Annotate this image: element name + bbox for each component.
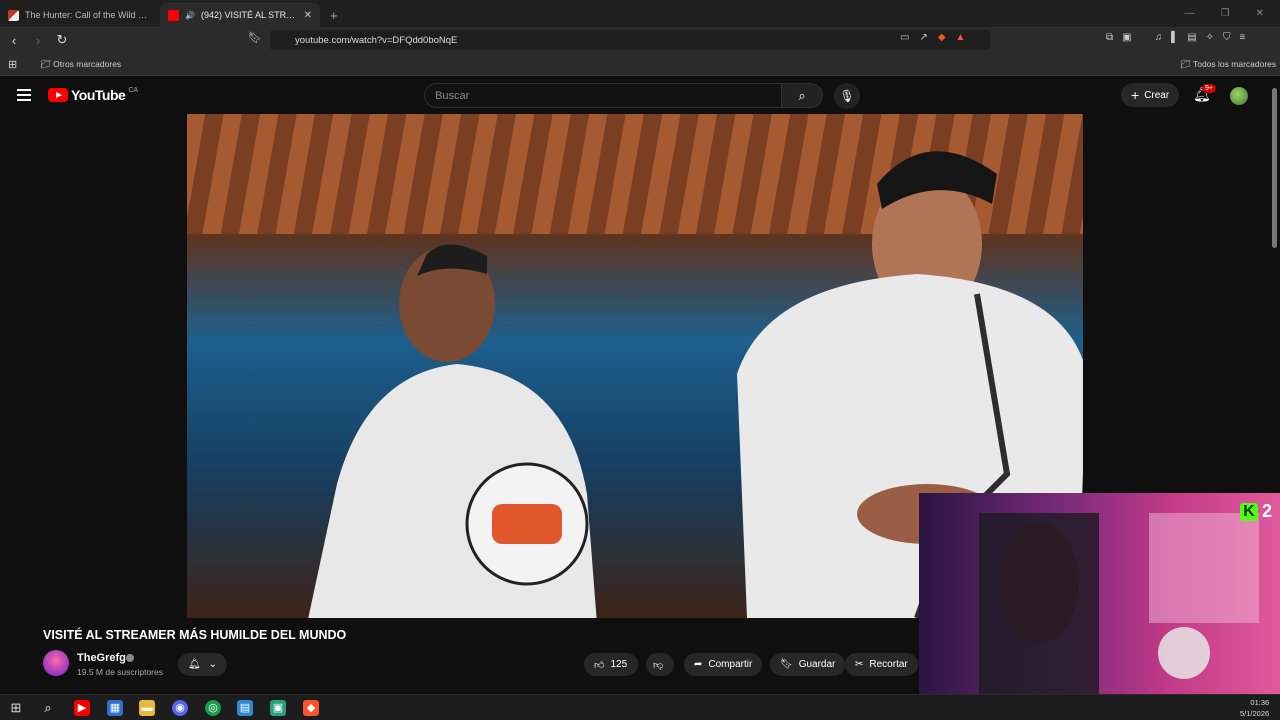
youtube-play-icon xyxy=(48,88,68,102)
store-icon[interactable]: ▦ xyxy=(107,700,123,716)
thumbs-down-icon: 👎︎ xyxy=(653,659,664,671)
youtube-wordmark: YouTube xyxy=(71,87,126,103)
cast-icon[interactable]: ▭ xyxy=(900,32,909,43)
notifications-badge: 9+ xyxy=(1202,84,1216,93)
guide-menu-icon[interactable] xyxy=(17,89,31,104)
search-icon[interactable]: ⌕ xyxy=(40,700,56,716)
video-person-left xyxy=(308,244,597,618)
sidebar-icon[interactable]: ▌ xyxy=(1171,32,1178,43)
address-bar-actions: ▭ ↗ ◆ ▲ xyxy=(900,32,965,43)
menu-icon[interactable]: ≡ xyxy=(1240,32,1246,43)
bookmark-folder-other[interactable]: 📁︎ Otros marcadores xyxy=(40,59,121,70)
channel-name[interactable]: TheGrefg xyxy=(77,652,126,664)
windows-taskbar: ⊞ ⌕ ▶ ▦ ▬ ◉ ◎ ▤ ▣ ◆ 01:36 5/1/2026 xyxy=(0,694,1280,720)
verified-icon xyxy=(126,654,134,662)
like-count: 125 xyxy=(610,659,628,670)
channel-avatar[interactable] xyxy=(43,650,69,676)
back-icon[interactable]: ‹ xyxy=(4,33,24,48)
wallet-icon[interactable]: ▤ xyxy=(1187,32,1196,43)
kick-count: 2 xyxy=(1261,501,1272,521)
brave-shield-icon[interactable]: ◆ xyxy=(938,32,946,43)
youtube-header: YouTube CA Buscar ⌕ 🎙︎ + Crear 🔔︎ 9+ xyxy=(0,76,1280,114)
windows-start-icon[interactable]: ⊞ xyxy=(8,700,24,716)
restore-icon[interactable]: ❐ xyxy=(1221,8,1230,19)
browser-extensions: ⧉ ▣ ♫ ▌ ▤ ✧ ⛉ ≡ xyxy=(1106,32,1245,43)
brave-rewards-icon[interactable]: ▲ xyxy=(956,32,966,43)
bookmark-icon: 🔖︎ xyxy=(780,659,793,670)
kick-badge: K 2 xyxy=(1239,501,1272,522)
bookmarks-bar: ⊞ 📁︎ Otros marcadores 📁︎ Todos los marca… xyxy=(0,53,1280,76)
save-label: Guardar xyxy=(798,659,836,670)
extensions-icon[interactable]: ⧉ xyxy=(1106,32,1113,43)
search-input[interactable]: Buscar xyxy=(424,83,782,108)
apps-grid-icon[interactable]: ⊞ xyxy=(8,58,17,71)
tab-youtube-video[interactable]: 🔊 (942) VISITÉ AL STREAMER MÁ ✕ xyxy=(160,3,320,27)
thumbs-up-icon: 👍︎ xyxy=(594,659,605,671)
close-tab-icon[interactable]: ✕ xyxy=(304,10,312,21)
url-text: youtube.com/watch?v=DFQdd0boNqE xyxy=(295,34,458,46)
notepad-icon[interactable]: ▤ xyxy=(237,700,253,716)
chevron-down-icon: ⌄ xyxy=(208,659,218,670)
bell-icon: 🔔︎ xyxy=(187,659,201,670)
brave-browser-icon[interactable]: ◆ xyxy=(303,700,319,716)
speaker-icon[interactable]: 🔊 xyxy=(185,11,195,20)
clock-date: 5/1/2026 xyxy=(1240,709,1270,718)
file-explorer-icon[interactable]: ▬ xyxy=(139,700,155,716)
account-avatar[interactable] xyxy=(1230,87,1248,105)
voice-search-button[interactable]: 🎙︎ xyxy=(834,83,860,109)
youtube-logo[interactable]: YouTube CA xyxy=(48,87,138,103)
bookmark-folder-label: Otros marcadores xyxy=(53,59,122,69)
bookmark-page-icon[interactable]: 🔖︎ xyxy=(248,31,262,44)
share-label: Compartir xyxy=(708,659,753,670)
webcam-scene xyxy=(979,513,1259,695)
create-label: Crear xyxy=(1144,89,1170,101)
scissors-icon: ✂ xyxy=(855,659,864,670)
create-button[interactable]: + Crear xyxy=(1121,83,1180,107)
discord-icon[interactable]: ◉ xyxy=(172,700,188,716)
search-button[interactable]: ⌕ xyxy=(781,83,823,108)
tab-hunter-maps[interactable]: The Hunter: Call of the Wild – Mapas xyxy=(0,3,160,27)
dislike-button[interactable]: 👎︎ xyxy=(646,653,674,676)
vpn-icon[interactable]: ⛉ xyxy=(1223,32,1231,43)
page-scrollbar[interactable] xyxy=(1272,88,1277,248)
clip-label: Recortar xyxy=(869,659,908,670)
country-code: CA xyxy=(128,86,139,94)
share-button[interactable]: ➦ Compartir xyxy=(684,653,763,676)
youtube-favicon-icon xyxy=(168,9,179,21)
bookmark-folder-label: Todos los marcadores xyxy=(1193,59,1277,69)
system-clock[interactable]: 01:36 5/1/2026 xyxy=(1240,697,1269,719)
youtube-app-icon[interactable]: ▶ xyxy=(74,700,90,716)
browser-tab-strip: The Hunter: Call of the Wild – Mapas 🔊 (… xyxy=(0,0,1280,27)
terminal-icon[interactable]: ▣ xyxy=(270,700,286,716)
share-icon[interactable]: ↗ xyxy=(919,32,927,43)
window-controls: — ❐ ✕ xyxy=(1185,0,1280,27)
bookmark-folder-all[interactable]: 📁︎ Todos los marcadores xyxy=(1180,59,1276,70)
media-icon[interactable]: ♫ xyxy=(1155,32,1163,43)
kick-logo-icon: K xyxy=(1239,502,1258,521)
leo-icon[interactable]: ✧ xyxy=(1206,32,1214,43)
hunter-favicon-icon xyxy=(8,9,19,21)
like-button[interactable]: 👍︎ 125 xyxy=(584,653,638,676)
forward-icon[interactable]: › xyxy=(28,33,48,48)
subscription-bell-button[interactable]: 🔔︎ ⌄ xyxy=(178,653,227,676)
webcam-overlay: K 2 xyxy=(919,493,1280,695)
clock-time: 01:36 xyxy=(1250,698,1270,707)
new-tab-button[interactable]: + xyxy=(320,3,348,27)
video-title: VISITÉ AL STREAMER MÁS HUMILDE DEL MUNDO xyxy=(43,628,347,642)
subscriber-count: 19.5 M de suscriptores xyxy=(77,667,163,677)
reload-icon[interactable]: ↻ xyxy=(52,32,72,48)
tab-label: (942) VISITÉ AL STREAMER MÁ xyxy=(200,10,298,20)
address-bar[interactable]: youtube.com/watch?v=DFQdd0boNqE xyxy=(270,30,990,50)
share-arrow-icon: ➦ xyxy=(694,659,703,670)
clip-button[interactable]: ✂ Recortar xyxy=(845,653,918,676)
reader-icon[interactable]: ▣ xyxy=(1122,32,1131,43)
minimize-icon[interactable]: — xyxy=(1185,8,1195,19)
close-window-icon[interactable]: ✕ xyxy=(1256,8,1264,19)
plus-icon: + xyxy=(1131,87,1140,103)
chrome-icon[interactable]: ◎ xyxy=(205,700,221,716)
tab-label: The Hunter: Call of the Wild – Mapas xyxy=(25,10,152,20)
save-button[interactable]: 🔖︎ Guardar xyxy=(770,653,846,676)
